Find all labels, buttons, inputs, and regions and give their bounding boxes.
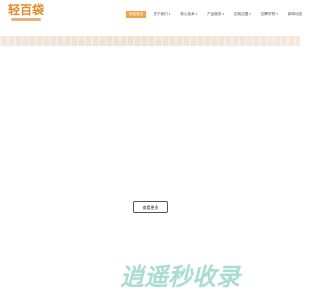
- nav-item-about[interactable]: 关于我们▾: [150, 11, 173, 18]
- site-header: 轻百袋 网站首页 关于我们▾ 核心技术▾ 产品服务▾ 招商加盟▾ 招聘学院▾ 新…: [0, 0, 302, 28]
- watermark-text: 逍遥秒收录: [120, 263, 240, 291]
- site-logo[interactable]: 轻百袋: [8, 3, 50, 25]
- nav-item-label: 招聘学院: [260, 11, 276, 16]
- chevron-down-icon: ▾: [168, 11, 171, 16]
- nav-item-home[interactable]: 网站首页: [126, 10, 147, 18]
- nav-item-label: 招商加盟: [234, 11, 249, 16]
- chevron-down-icon: ▾: [249, 11, 251, 16]
- nav-item-label: 网站首页: [129, 11, 144, 16]
- logo-text: 轻百袋: [8, 3, 45, 17]
- nav-item-label: 新闻动态: [287, 11, 303, 16]
- logo-underline: [11, 18, 41, 21]
- chevron-down-icon: ▾: [222, 11, 225, 16]
- nav-item-news[interactable]: 新闻动态: [285, 11, 305, 18]
- main-nav: 网站首页 关于我们▾ 核心技术▾ 产品服务▾ 招商加盟▾ 招聘学院▾ 新闻动态: [126, 9, 305, 19]
- nav-item-academy[interactable]: 招聘学院▾: [258, 11, 281, 18]
- nav-item-franchise[interactable]: 招商加盟▾: [231, 11, 254, 18]
- chevron-down-icon: ▾: [195, 11, 198, 16]
- nav-item-label: 关于我们: [153, 11, 168, 16]
- chevron-down-icon: ▾: [276, 11, 278, 16]
- nav-item-products[interactable]: 产品服务▾: [204, 11, 227, 18]
- nav-item-technology[interactable]: 核心技术▾: [177, 11, 200, 18]
- view-more-button[interactable]: 查看更多: [133, 201, 168, 213]
- nav-item-label: 核心技术: [180, 11, 195, 16]
- nav-item-label: 产品服务: [207, 11, 222, 16]
- hero-banner: [0, 36, 300, 46]
